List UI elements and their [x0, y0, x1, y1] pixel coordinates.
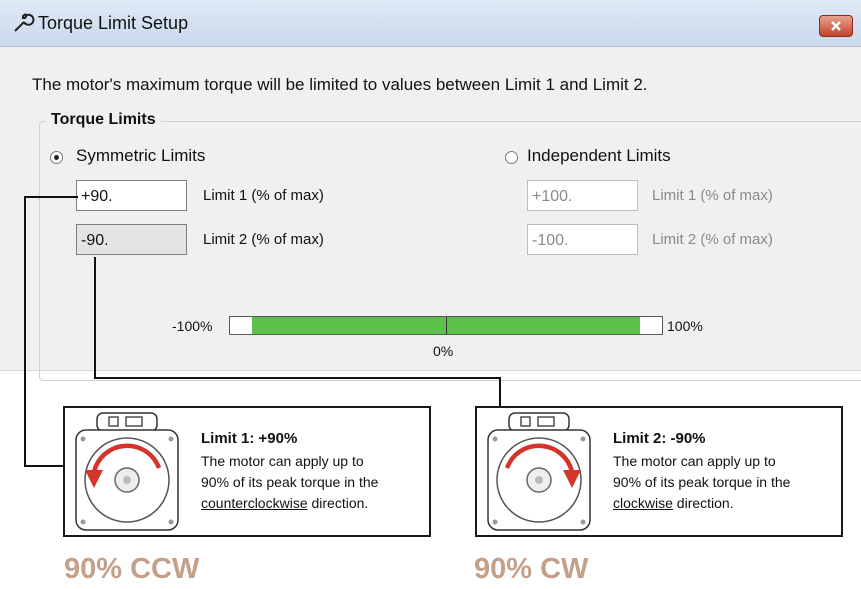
motor-ccw-icon [75, 412, 179, 531]
callout-ccw-direction: counterclockwise [201, 495, 308, 511]
callout-cw-body: The motor can apply up to 90% of its pea… [613, 451, 833, 514]
callout-cw-line1: The motor can apply up to [613, 453, 776, 469]
callout-ccw-line3: counterclockwise direction. [201, 493, 421, 514]
callout-cw: Limit 2: -90% The motor can apply up to … [475, 406, 843, 537]
callout-ccw-tail: direction. [307, 495, 369, 511]
callout-ccw-line2: 90% of its peak torque in the [201, 474, 379, 490]
callout-cw-line3: clockwise direction. [613, 493, 833, 514]
callout-cw-title: Limit 2: -90% [613, 430, 706, 447]
caption-ccw: 90% CCW [64, 553, 200, 585]
caption-cw: 90% CW [474, 553, 589, 585]
callout-cw-direction: clockwise [613, 495, 673, 511]
callout-ccw: Limit 1: +90% The motor can apply up to … [63, 406, 431, 537]
callout-ccw-title: Limit 1: +90% [201, 430, 298, 447]
callout-cw-tail: direction. [672, 495, 734, 511]
callout-cw-line2: 90% of its peak torque in the [613, 474, 791, 490]
callout-ccw-line1: The motor can apply up to [201, 453, 364, 469]
motor-cw-icon [487, 412, 591, 531]
callout-ccw-body: The motor can apply up to 90% of its pea… [201, 451, 421, 514]
